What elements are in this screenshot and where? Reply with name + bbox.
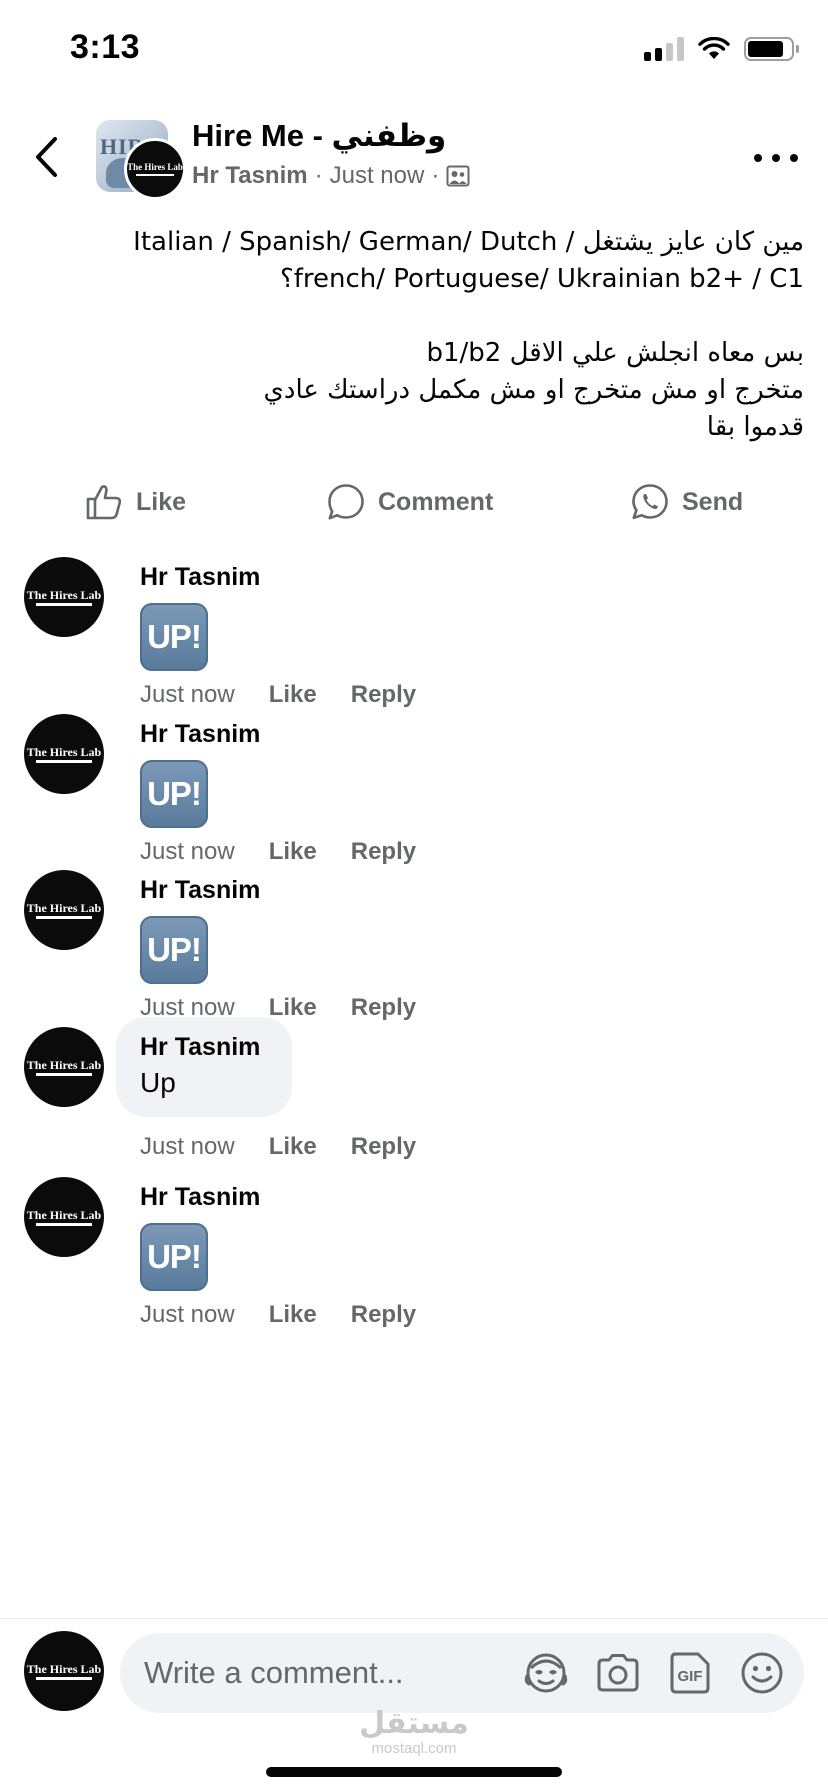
comment-like-button[interactable]: Like (269, 681, 317, 709)
post-time[interactable]: Just now (330, 162, 425, 190)
author-avatar[interactable]: The Hires Lab (124, 138, 186, 200)
comment-reply-button[interactable]: Reply (351, 681, 416, 709)
commenter-name[interactable]: Hr Tasnim (140, 563, 260, 592)
like-button[interactable]: Like (84, 478, 186, 526)
commenter-avatar[interactable]: The Hires Lab (24, 557, 104, 637)
group-audience-icon (446, 165, 470, 187)
home-indicator[interactable] (266, 1767, 562, 1777)
post-body-line: french/ Portuguese/ Ukrainian b2+ / C1؟ (279, 264, 804, 294)
status-icons (644, 36, 799, 62)
brand-logo-text: The Hires Lab (26, 744, 102, 759)
comment-actions: Just now Like Reply (140, 681, 416, 709)
comment-label: Comment (378, 487, 494, 516)
brand-logo-text: The Hires Lab (26, 1661, 102, 1676)
comment-actions: Just now Like Reply (140, 1133, 416, 1161)
logo-rule (36, 1072, 92, 1076)
meta-separator: · (314, 162, 323, 189)
comment-like-button[interactable]: Like (269, 1133, 317, 1161)
comment-time[interactable]: Just now (140, 1133, 235, 1161)
composer-icons: GIF (522, 1649, 786, 1697)
commenter-avatar[interactable]: The Hires Lab (24, 714, 104, 794)
battery-level (748, 41, 783, 57)
comment-actions: Just now Like Reply (140, 1301, 416, 1329)
commenter-avatar[interactable]: The Hires Lab (24, 1177, 104, 1257)
commenter-avatar[interactable]: The Hires Lab (24, 1027, 104, 1107)
post-body: مين كان عايز يشتغل / Italian / Spanish/ … (30, 224, 804, 446)
facebook-post-screen: 3:13 HIRE The Hires Lab Hire Me - وظفني … (0, 0, 828, 1792)
watermark-arabic: مستقل (359, 1706, 469, 1741)
logo-rule (36, 1222, 92, 1226)
commenter-avatar[interactable]: The Hires Lab (24, 870, 104, 950)
comment-actions: Just now Like Reply (140, 838, 416, 866)
comment-reply-button[interactable]: Reply (351, 1133, 416, 1161)
comment-time[interactable]: Just now (140, 1301, 235, 1329)
send-button[interactable]: Send (630, 478, 743, 526)
comment-bubble[interactable]: Hr Tasnim Up (116, 1017, 292, 1117)
like-label: Like (136, 487, 187, 516)
up-emoji: UP! (140, 916, 208, 984)
logo-rule (36, 915, 92, 919)
post-body-line: بس معاه انجلش علي الاقل b1/b2 (426, 338, 804, 368)
comment-like-button[interactable]: Like (269, 1301, 317, 1329)
thumbs-up-icon (86, 485, 122, 520)
up-emoji: UP! (140, 603, 208, 671)
brand-logo-text: The Hires Lab (127, 161, 183, 172)
wifi-icon (698, 37, 730, 59)
comment-time[interactable]: Just now (140, 681, 235, 709)
post-body-line: مين كان عايز يشتغل / Italian / Spanish/ … (133, 227, 804, 257)
comment-button[interactable]: Comment (326, 478, 493, 526)
commenter-name[interactable]: Hr Tasnim (140, 1183, 260, 1212)
cellular-signal-icon (644, 37, 684, 61)
mostaql-watermark: مستقل mostaql.com (0, 1707, 828, 1757)
gif-icon[interactable]: GIF (666, 1649, 714, 1697)
group-name[interactable]: Hire Me - وظفني (192, 118, 446, 154)
composer-avatar[interactable]: The Hires Lab (24, 1631, 104, 1711)
camera-icon[interactable] (594, 1649, 642, 1697)
post-action-bar: Like Comment Send (0, 472, 828, 532)
post-body-line: متخرج او مش متخرج او مش مكمل دراستك عادي (263, 375, 804, 405)
post-header: HIRE The Hires Lab Hire Me - وظفني Hr Ta… (0, 100, 828, 218)
comment-like-button[interactable]: Like (269, 838, 317, 866)
comment-reply-button[interactable]: Reply (351, 838, 416, 866)
post-author[interactable]: Hr Tasnim (192, 162, 308, 190)
post-meta: Hr Tasnim · Just now · (192, 162, 470, 190)
meta-separator: · (431, 162, 440, 189)
brand-logo-text: The Hires Lab (26, 900, 102, 915)
battery-icon (744, 37, 799, 61)
comment-like-button[interactable]: Like (269, 994, 317, 1022)
comment-text: Up (140, 1067, 176, 1098)
brand-logo-text: The Hires Lab (26, 1057, 102, 1072)
post-body-line: قدموا بقا (706, 412, 804, 442)
comment-time[interactable]: Just now (140, 838, 235, 866)
logo-rule (36, 759, 92, 763)
up-emoji: UP! (140, 760, 208, 828)
brand-logo-text: The Hires Lab (26, 587, 102, 602)
more-options-button[interactable] (754, 144, 798, 172)
comment-bubble-icon (328, 484, 364, 520)
chevron-left-icon (36, 137, 57, 177)
watermark-latin: mostaql.com (371, 1740, 457, 1757)
comment-input[interactable]: Write a comment... GIF (120, 1633, 804, 1713)
avatar-sticker-icon[interactable] (522, 1649, 570, 1697)
comment-composer: The Hires Lab Write a comment... GIF مست… (0, 1618, 828, 1792)
comment-reply-button[interactable]: Reply (351, 994, 416, 1022)
post-body-spacer (30, 298, 804, 335)
up-emoji: UP! (140, 1223, 208, 1291)
whatsapp-icon (632, 484, 668, 520)
gif-label: GIF (678, 1668, 703, 1685)
logo-rule (36, 602, 92, 606)
emoji-icon[interactable] (738, 1649, 786, 1697)
commenter-name[interactable]: Hr Tasnim (140, 720, 260, 749)
send-label: Send (682, 487, 744, 516)
comment-placeholder: Write a comment... (144, 1655, 404, 1690)
brand-logo-text: The Hires Lab (26, 1207, 102, 1222)
commenter-name[interactable]: Hr Tasnim (140, 876, 260, 905)
back-button[interactable] (28, 132, 64, 182)
logo-rule (36, 1676, 92, 1680)
comment-reply-button[interactable]: Reply (351, 1301, 416, 1329)
commenter-name[interactable]: Hr Tasnim (140, 1033, 260, 1062)
status-time: 3:13 (70, 28, 141, 66)
logo-rule (136, 173, 174, 176)
status-bar: 3:13 (0, 0, 828, 100)
